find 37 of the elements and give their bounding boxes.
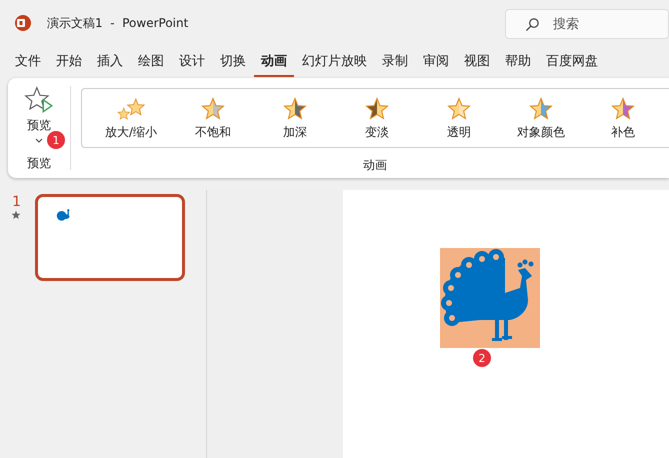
effect-option[interactable]: 对象颜色 (500, 96, 582, 140)
effect-option[interactable]: 变淡 (336, 96, 418, 140)
star-icon (609, 96, 637, 122)
effect-option[interactable]: 补色 (582, 96, 664, 140)
step-badge: 1 (47, 131, 65, 149)
ribbon-tab[interactable]: 帮助 (498, 48, 538, 76)
slide-thumbnail[interactable] (35, 194, 185, 281)
ribbon-tab[interactable]: 审阅 (416, 48, 456, 76)
effect-option[interactable]: 放大/缩小 (90, 96, 172, 140)
search-field[interactable]: 搜索 (505, 9, 669, 39)
group-label: 预览 (27, 155, 51, 172)
ribbon-tab[interactable]: 插入 (90, 48, 130, 76)
slide-number: 1 (12, 194, 21, 210)
preview-button[interactable]: 预览 (23, 85, 55, 143)
ribbon-tab[interactable]: 绘图 (131, 48, 171, 76)
caret-icon (35, 138, 43, 143)
ribbon-tab[interactable]: 开始 (49, 48, 89, 76)
ribbon-tab[interactable]: 设计 (172, 48, 212, 76)
effect-option[interactable]: 不饱和 (172, 96, 254, 140)
effect-option[interactable]: 透明 (418, 96, 500, 140)
ribbon-tab[interactable]: 幻灯片放映 (295, 48, 374, 76)
effect-option[interactable]: 加深 (254, 96, 336, 140)
group-label: 动画 (363, 157, 387, 174)
window-title: 演示文稿1 - PowerPoint (47, 14, 188, 32)
step-badge: 2 (473, 349, 491, 367)
animation-star-icon (11, 210, 21, 220)
ribbon-tab[interactable]: 视图 (457, 48, 497, 76)
star-icon (527, 96, 555, 122)
ribbon-tab[interactable]: 百度网盘 (539, 48, 605, 76)
ribbon-tab[interactable]: 文件 (8, 48, 48, 76)
star-icon (281, 96, 309, 122)
star-icon (445, 96, 473, 122)
search-icon (525, 17, 540, 32)
ribbon-tab[interactable]: 录制 (375, 48, 415, 76)
star-icon (199, 96, 227, 122)
star-icon (363, 96, 391, 122)
ribbon-tab[interactable]: 切换 (213, 48, 253, 76)
